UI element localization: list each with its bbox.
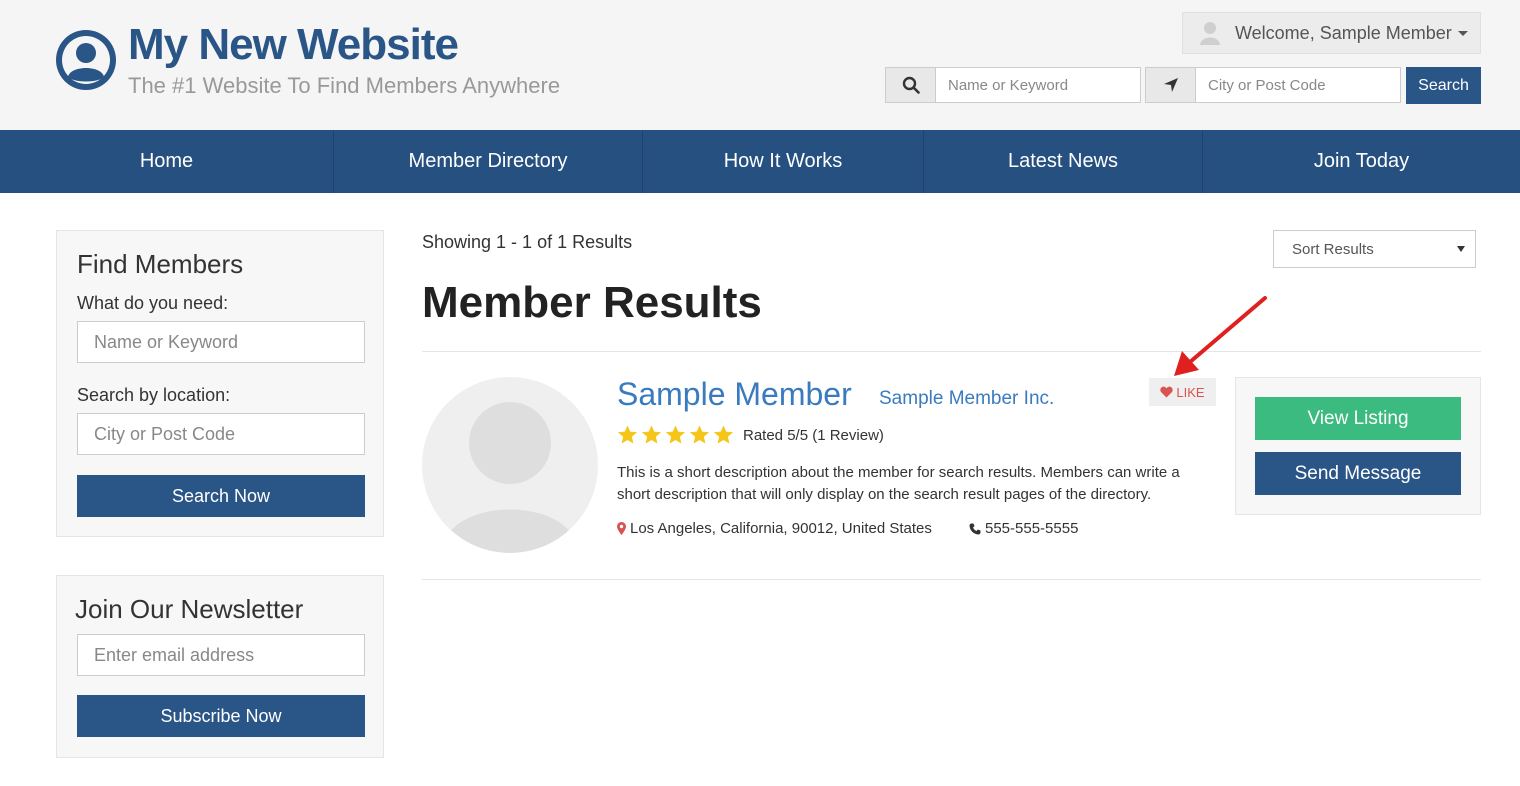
site-header: My New Website The #1 Website To Find Me… [0,0,1520,130]
annotation-arrow-icon [1174,296,1267,376]
subscribe-now-button[interactable]: Subscribe Now [77,695,365,737]
star-icon [617,425,638,444]
member-avatar[interactable] [422,377,598,553]
find-members-widget: Find Members What do you need: Search by… [56,230,384,537]
search-icon-box [885,67,936,103]
sort-selected-value: Sort Results [1292,240,1374,258]
search-now-button[interactable]: Search Now [77,475,365,517]
member-phone: 555-555-5555 [969,520,1078,537]
welcome-dropdown[interactable]: Welcome, Sample Member [1182,12,1481,54]
location-input[interactable] [77,413,365,455]
result-actions: View Listing Send Message [1235,377,1481,515]
location-arrow-icon [1163,78,1178,92]
member-location: Los Angeles, California, 90012, United S… [617,520,932,537]
search-icon [902,76,920,94]
header-location-input[interactable] [1195,67,1401,103]
keyword-input[interactable] [77,321,365,363]
keyword-label: What do you need: [77,293,229,313]
header-search-button[interactable]: Search [1406,67,1481,104]
location-text: Los Angeles, California, 90012, United S… [630,520,932,537]
chevron-down-icon [1457,30,1468,36]
page-title: Member Results [422,278,762,327]
star-icon [689,425,710,444]
nav-item-latest-news[interactable]: Latest News [924,130,1203,193]
member-description: This is a short description about the me… [617,464,1180,503]
map-marker-icon [617,522,626,535]
star-icon [713,425,734,444]
view-listing-button[interactable]: View Listing [1255,397,1461,440]
user-logo-icon[interactable] [56,30,116,90]
site-tagline: The #1 Website To Find Members Anywhere [128,73,561,98]
header-keyword-input[interactable] [935,67,1141,103]
site-title[interactable]: My New Website [128,20,459,70]
heart-icon [1160,386,1174,398]
divider [422,579,1481,580]
member-company-link[interactable]: Sample Member Inc. [879,388,1054,410]
rating-text: Rated 5/5 (1 Review) [743,426,884,444]
results-count: Showing 1 - 1 of 1 Results [422,232,633,252]
star-icon [641,425,662,444]
star-icon [665,425,686,444]
like-label: LIKE [1176,384,1205,400]
widget-title: Join Our Newsletter [75,594,304,624]
phone-text: 555-555-5555 [985,520,1079,537]
member-name-link[interactable]: Sample Member [617,376,852,413]
newsletter-widget: Join Our Newsletter Subscribe Now [56,575,384,758]
like-button[interactable]: LIKE [1149,378,1216,406]
nav-item-member-directory[interactable]: Member Directory [334,130,643,193]
send-message-button[interactable]: Send Message [1255,452,1461,495]
nav-item-how-it-works[interactable]: How It Works [643,130,924,193]
welcome-text: Welcome, Sample Member [1235,22,1452,43]
location-icon-box[interactable] [1145,67,1196,103]
location-label: Search by location: [77,385,231,405]
main-nav: Home Member Directory How It Works Lates… [0,130,1520,193]
divider [422,351,1481,352]
widget-title: Find Members [77,249,244,279]
rating: Rated 5/5 (1 Review) [617,425,884,445]
email-input[interactable] [77,634,365,676]
phone-icon [969,523,981,534]
nav-item-home[interactable]: Home [0,130,334,193]
sort-results-select[interactable]: Sort Results [1273,230,1476,268]
nav-item-join-today[interactable]: Join Today [1203,130,1520,193]
user-avatar-icon [1200,22,1220,45]
caret-down-icon [1457,246,1465,252]
